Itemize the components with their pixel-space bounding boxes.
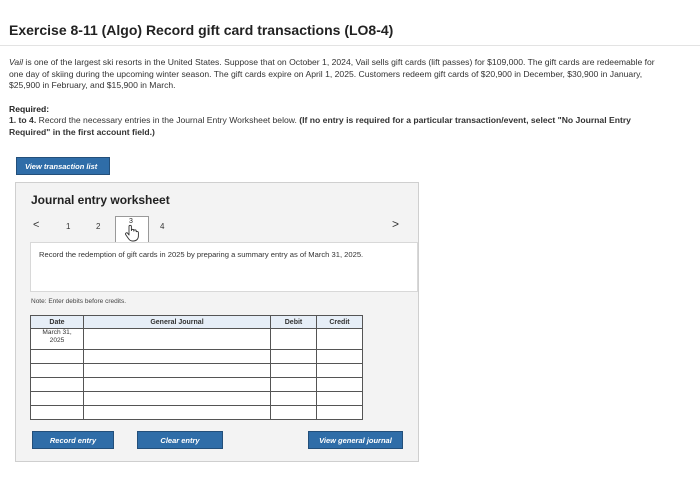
journal-row [30, 363, 363, 378]
worksheet-title: Journal entry worksheet [31, 193, 170, 207]
page-4-tab[interactable]: 4 [160, 222, 164, 231]
hand-cursor-icon [125, 224, 139, 242]
page-2-tab[interactable]: 2 [96, 222, 100, 231]
general-journal-header: General Journal [83, 315, 271, 329]
title-divider [0, 45, 700, 46]
debit-header: Debit [270, 315, 317, 329]
account-field[interactable] [83, 328, 271, 350]
debit-credit-note: Note: Enter debits before credits. [31, 298, 127, 305]
date-cell: March 31, 2025 [30, 328, 84, 350]
journal-row: March 31, 2025 [30, 328, 363, 350]
page-title: Exercise 8-11 (Algo) Record gift card tr… [9, 22, 394, 38]
clear-entry-button[interactable]: Clear entry [137, 431, 223, 449]
required-number: 1. to 4. [9, 115, 37, 125]
view-general-journal-button[interactable]: View general journal [308, 431, 403, 449]
account-field[interactable] [83, 377, 271, 392]
account-field[interactable] [83, 349, 271, 364]
credit-header: Credit [316, 315, 363, 329]
account-field[interactable] [83, 363, 271, 378]
required-heading: Required: [9, 104, 50, 114]
journal-row [30, 405, 363, 420]
problem-intro: Vail is one of the largest ski resorts i… [9, 57, 669, 92]
date-cell [30, 377, 84, 392]
record-entry-button[interactable]: Record entry [32, 431, 114, 449]
journal-table: Date General Journal Debit Credit March … [30, 315, 363, 420]
required-instruction: Record the necessary entries in the Jour… [36, 115, 300, 125]
account-field[interactable] [83, 405, 271, 420]
view-transaction-list-button[interactable]: View transaction list [16, 157, 110, 175]
credit-field[interactable] [316, 363, 363, 378]
journal-row [30, 391, 363, 406]
date-cell [30, 405, 84, 420]
date-header: Date [30, 315, 84, 329]
debit-field[interactable] [270, 377, 317, 392]
debit-field[interactable] [270, 363, 317, 378]
date-cell [30, 363, 84, 378]
page-1-tab[interactable]: 1 [66, 222, 70, 231]
debit-field[interactable] [270, 391, 317, 406]
worksheet-instruction: Record the redemption of gift cards in 2… [39, 250, 364, 259]
journal-header-row: Date General Journal Debit Credit [30, 315, 363, 329]
account-field[interactable] [83, 391, 271, 406]
debit-field[interactable] [270, 349, 317, 364]
date-cell [30, 391, 84, 406]
date-line-2: 2025 [49, 336, 65, 344]
company-name: Vail [9, 57, 24, 67]
journal-row [30, 349, 363, 364]
credit-field[interactable] [316, 328, 363, 350]
credit-field[interactable] [316, 377, 363, 392]
date-cell [30, 349, 84, 364]
credit-field[interactable] [316, 391, 363, 406]
prev-page-button[interactable]: < [33, 219, 39, 231]
next-page-button[interactable]: > [392, 217, 399, 231]
credit-field[interactable] [316, 349, 363, 364]
debit-field[interactable] [270, 405, 317, 420]
required-text: 1. to 4. Record the necessary entries in… [9, 115, 669, 138]
date-line-1: March 31, [42, 329, 72, 336]
journal-row [30, 377, 363, 392]
debit-field[interactable] [270, 328, 317, 350]
credit-field[interactable] [316, 405, 363, 420]
intro-text: is one of the largest ski resorts in the… [9, 57, 655, 90]
